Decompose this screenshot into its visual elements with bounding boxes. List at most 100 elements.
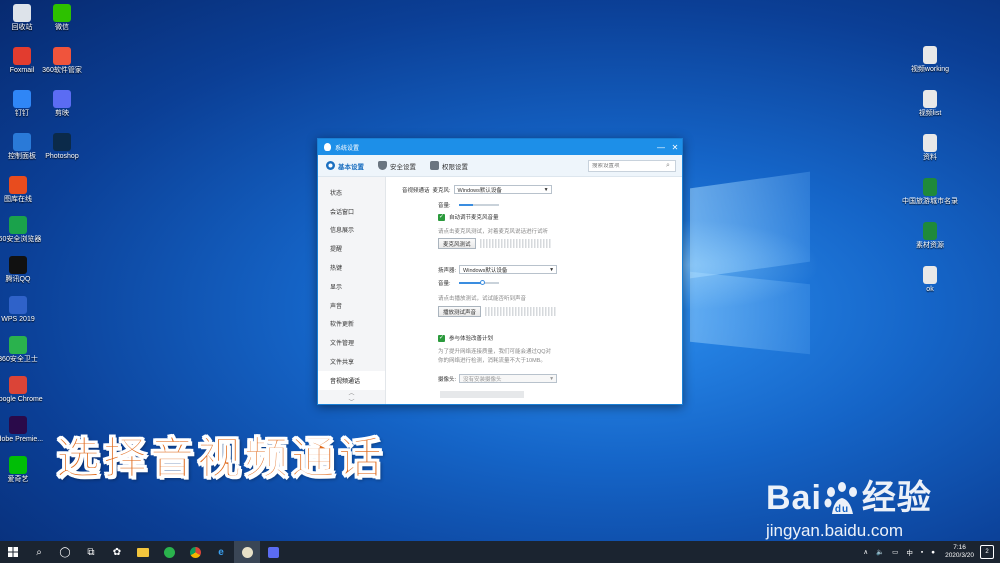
- desktop-icon-label: 360安全浏览器: [0, 236, 42, 243]
- desktop-icon[interactable]: 剪映: [34, 90, 90, 118]
- sidebar-scroll-up-icon[interactable]: ︿: [318, 390, 385, 399]
- file-icon: [923, 134, 937, 152]
- chrome-icon[interactable]: [182, 541, 208, 563]
- app-icon-pinwheel[interactable]: ✿: [104, 541, 130, 563]
- settings-tabs: 基本设置 安全设置 权限设置 ⌕: [318, 155, 682, 177]
- sidebar-item[interactable]: 热键: [318, 258, 385, 277]
- sidebar-item[interactable]: 声音: [318, 296, 385, 315]
- sidebar-item[interactable]: 文件管理: [318, 333, 385, 352]
- desktop-icon[interactable]: 腾讯QQ: [0, 256, 46, 284]
- watermark-brand: Bai: [766, 479, 822, 517]
- volume-icon[interactable]: 🔈: [876, 548, 884, 556]
- minimize-button[interactable]: —: [654, 143, 668, 152]
- desktop-icon[interactable]: 视频list: [902, 90, 958, 118]
- section-label: 音视频通话: [402, 187, 430, 194]
- windows-logo-beam: [690, 171, 810, 279]
- security-icon[interactable]: ▪: [921, 549, 923, 556]
- tutorial-caption: 选择音视频通话: [56, 433, 385, 485]
- notification-center-icon[interactable]: 2: [980, 545, 994, 559]
- search-taskbar-icon[interactable]: ⌕: [26, 541, 52, 563]
- sidebar-item[interactable]: 软件更新: [318, 315, 385, 334]
- desktop-icon[interactable]: 资料: [902, 134, 958, 162]
- desktop-icon[interactable]: 微信: [34, 4, 90, 32]
- desktop-icon-label: 素材资源: [916, 242, 944, 249]
- desktop-icon[interactable]: Photoshop: [34, 133, 90, 161]
- file-icon: [923, 222, 937, 240]
- app-icon: [9, 376, 27, 394]
- close-button[interactable]: ✕: [668, 143, 682, 152]
- speaker-level-meter: [485, 307, 558, 316]
- windows-start-icon: [8, 547, 18, 557]
- desktop-icon-label: 微信: [55, 24, 69, 31]
- mic-label: 麦克风:: [432, 187, 451, 194]
- task-view-icon[interactable]: ⧉: [78, 541, 104, 563]
- desktop-icon-label: ok: [926, 286, 934, 293]
- desktop-icon-label: WPS 2019: [1, 316, 35, 323]
- baidu-jingyan-watermark: Bai du 经验 jingyan.baidu.com: [766, 470, 932, 541]
- dialog-titlebar[interactable]: 系统设置 — ✕: [318, 139, 682, 155]
- desktop-icon[interactable]: 视频working: [902, 46, 958, 74]
- file-explorer-icon[interactable]: [130, 541, 156, 563]
- speaker-volume-slider[interactable]: [458, 280, 499, 285]
- sidebar-item[interactable]: 会话窗口: [318, 202, 385, 221]
- desktop-icon[interactable]: WPS 2019: [0, 296, 46, 324]
- edge-icon[interactable]: e: [208, 541, 234, 563]
- desktop-icon[interactable]: 360软件管家: [34, 47, 90, 75]
- desktop-icon[interactable]: 360安全卫士: [0, 336, 46, 364]
- cortana-icon[interactable]: ◯: [52, 541, 78, 563]
- app-icon: [9, 256, 27, 274]
- tab-security-settings[interactable]: 安全设置: [378, 161, 416, 171]
- speaker-hint: 请点击播放测试，试试能否听到声音: [438, 296, 527, 302]
- app-icon: [53, 47, 71, 65]
- desktop-icon[interactable]: 360安全浏览器: [0, 216, 46, 244]
- desktop-icon[interactable]: 中国旅游城市名录: [902, 178, 958, 206]
- mic-select[interactable]: Windows默认设备 ▼: [453, 185, 552, 194]
- settings-search[interactable]: ⌕: [588, 159, 676, 172]
- mic-volume-label: 音量:: [438, 203, 451, 209]
- desktop-icon[interactable]: ok: [902, 266, 958, 294]
- tab-permission-settings[interactable]: 权限设置: [430, 161, 468, 171]
- search-input[interactable]: [592, 162, 666, 169]
- sidebar-item[interactable]: 显示: [318, 277, 385, 296]
- network-icon[interactable]: ▭: [892, 548, 898, 556]
- search-icon[interactable]: ⌕: [666, 162, 670, 170]
- sidebar-item[interactable]: 音视频通话: [318, 370, 385, 390]
- mic-volume-slider[interactable]: [458, 204, 499, 206]
- desktop-icon[interactable]: 图库在线: [0, 176, 46, 204]
- experience-plan-checkbox[interactable]: ✓: [438, 334, 445, 342]
- desktop-icon-label: 爱奇艺: [7, 476, 29, 483]
- app-icon: [9, 216, 27, 234]
- 360-browser-icon[interactable]: [156, 541, 182, 563]
- qq-taskbar-icon[interactable]: [234, 541, 260, 563]
- app-icon: [9, 456, 27, 474]
- speaker-test-button[interactable]: 播放测试声音: [438, 306, 482, 317]
- windows-logo-beam: [690, 271, 810, 355]
- desktop-icon[interactable]: Adobe Premie...: [0, 416, 46, 444]
- start-button[interactable]: [0, 541, 26, 563]
- app-tray-icon[interactable]: ●: [931, 549, 935, 556]
- input-language[interactable]: 中: [906, 547, 913, 557]
- clock[interactable]: 7:16 2020/3/20: [945, 544, 974, 560]
- tab-basic-settings[interactable]: 基本设置: [326, 161, 364, 171]
- chevron-up-icon[interactable]: ∧: [863, 548, 868, 556]
- sidebar-scroll-down-icon[interactable]: ﹀: [318, 399, 385, 408]
- plan-hint-line-2: 你的网络进行检测，消耗流量不大于10MB。: [438, 358, 546, 364]
- jianying-taskbar-icon[interactable]: [260, 541, 286, 563]
- app-icon: [9, 296, 27, 314]
- desktop-icon-label: 360安全卫士: [0, 356, 38, 363]
- speaker-select[interactable]: Windows默认设备 ▼: [459, 265, 558, 274]
- sidebar-item[interactable]: 提醒: [318, 239, 385, 258]
- auto-adjust-checkbox[interactable]: ✓: [438, 213, 445, 221]
- mic-test-button[interactable]: 麦克风测试: [438, 238, 476, 249]
- chevron-down-icon: ▼: [549, 375, 555, 382]
- camera-select[interactable]: 没有安装摄像头 ▼: [459, 374, 558, 383]
- sidebar-item[interactable]: 文件共享: [318, 352, 385, 371]
- sidebar-item[interactable]: 状态: [318, 183, 385, 202]
- desktop-icon[interactable]: 素材资源: [902, 222, 958, 250]
- desktop-icon[interactable]: 爱奇艺: [0, 456, 46, 484]
- desktop-icon-label: 图库在线: [4, 196, 32, 203]
- gear-icon: [326, 161, 335, 170]
- mic-hint: 请点击麦克风测试，对着麦克风说话进行试听: [438, 229, 549, 235]
- desktop-icon[interactable]: Google Chrome: [0, 376, 46, 404]
- sidebar-item[interactable]: 信息展示: [318, 221, 385, 240]
